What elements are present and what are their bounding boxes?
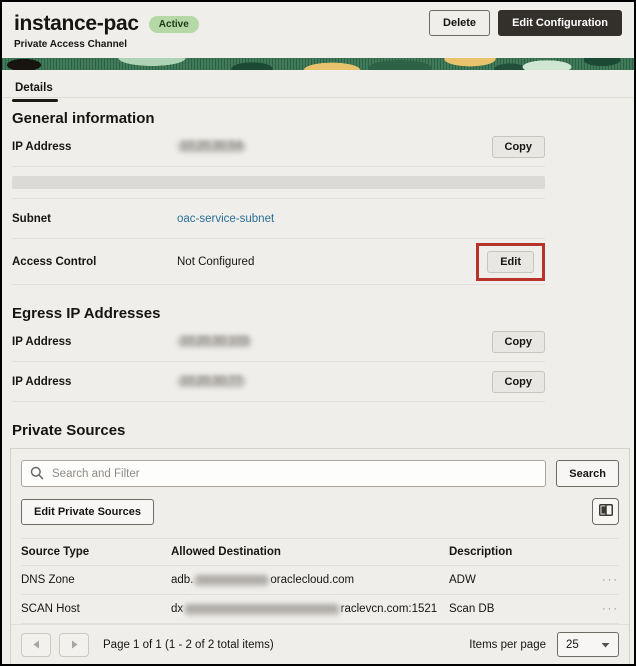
egress-ip-value-wrap: 10.20.30.103 bbox=[177, 335, 492, 348]
dest-prefix: adb. bbox=[171, 573, 194, 586]
cell-source-type: SCAN Host bbox=[21, 603, 80, 615]
annotation-highlight-box: Edit bbox=[476, 242, 545, 281]
items-per-page-label: Items per page bbox=[469, 638, 546, 651]
access-control-label: Access Control bbox=[12, 255, 97, 268]
search-input[interactable] bbox=[21, 460, 547, 487]
tab-details[interactable]: Details bbox=[12, 82, 58, 102]
dest-suffix: oraclecloud.com bbox=[270, 573, 355, 586]
egress-ip-value-wrap: 10.20.30.77 bbox=[177, 375, 492, 388]
general-information-heading: General information bbox=[12, 110, 155, 127]
egress-ip-value: 10.20.30.77 bbox=[177, 375, 246, 388]
egress-ip-value: 10.20.30.103 bbox=[177, 335, 253, 348]
cell-description: Scan DB bbox=[449, 603, 495, 615]
access-control-edit-button[interactable]: Edit bbox=[487, 250, 534, 273]
egress-rows: IP Address 10.20.30.103 Copy IP Address … bbox=[12, 322, 545, 402]
cell-actions: ··· bbox=[593, 603, 619, 615]
egress-ip-row: IP Address 10.20.30.77 Copy bbox=[12, 362, 545, 402]
egress-heading: Egress IP Addresses bbox=[12, 305, 161, 322]
subnet-link[interactable]: oac-service-subnet bbox=[177, 213, 274, 225]
items-per-page-group: Items per page 25 bbox=[469, 632, 619, 657]
private-sources-panel: Search Edit Private Sources Source Type … bbox=[10, 448, 630, 664]
dest-redacted: xxxxxxxxxxxx bbox=[193, 573, 271, 587]
dest-prefix: dx bbox=[171, 602, 184, 615]
subnet-label: Subnet bbox=[12, 212, 51, 225]
search-button[interactable]: Search bbox=[556, 460, 619, 487]
dest-redacted: xxxxxxxxxxxxxxxxxxxxxxxxxx bbox=[183, 602, 341, 616]
cell-source-type: DNS Zone bbox=[21, 574, 75, 586]
access-control-row: Access Control Not Configured Edit bbox=[12, 239, 545, 285]
access-control-value: Not Configured bbox=[177, 255, 255, 268]
subnet-row: Subnet oac-service-subnet bbox=[12, 199, 545, 239]
caret-down-icon bbox=[601, 639, 610, 651]
ip-address-label: IP Address bbox=[12, 140, 72, 153]
cell-actions: ··· bbox=[593, 574, 619, 586]
search-row: Search bbox=[21, 460, 619, 487]
pagination-status: Page 1 of 1 (1 - 2 of 2 total items) bbox=[103, 638, 274, 651]
status-badge: Active bbox=[148, 15, 199, 33]
copy-egress-ip-button[interactable]: Copy bbox=[491, 370, 545, 393]
general-information-rows: IP Address 10.20.30.54 Copy Subnet oac-s… bbox=[12, 127, 545, 285]
copy-ip-button[interactable]: Copy bbox=[491, 135, 545, 158]
private-sources-heading: Private Sources bbox=[12, 422, 126, 439]
items-per-page-select[interactable]: 25 bbox=[557, 632, 619, 657]
search-box bbox=[21, 460, 547, 487]
table-header-row: Source Type Allowed Destination Descript… bbox=[21, 538, 619, 566]
egress-ip-label: IP Address bbox=[12, 335, 72, 348]
row-actions-menu-button[interactable]: ··· bbox=[602, 603, 619, 615]
page-header: instance-pac Active Private Access Chann… bbox=[2, 2, 634, 58]
next-page-button[interactable] bbox=[59, 632, 89, 657]
decorative-banner bbox=[2, 58, 634, 70]
dest-suffix: raclevcn.com:1521 bbox=[340, 602, 438, 615]
column-header-source-type: Source Type bbox=[21, 546, 90, 558]
edit-configuration-button[interactable]: Edit Configuration bbox=[498, 10, 622, 36]
tab-active-indicator bbox=[12, 99, 58, 102]
cell-allowed-destination: dx xxxxxxxxxxxxxxxxxxxxxxxxxx raclevcn.com… bbox=[171, 602, 449, 616]
copy-egress-ip-button[interactable]: Copy bbox=[491, 330, 545, 353]
subnet-value-wrap: oac-service-subnet bbox=[177, 213, 545, 225]
column-header-allowed-destination: Allowed Destination bbox=[171, 546, 281, 558]
tab-details-label: Details bbox=[15, 82, 53, 94]
redacted-row bbox=[12, 167, 545, 199]
ip-address-row: IP Address 10.20.30.54 Copy bbox=[12, 127, 545, 167]
page-prev-icon bbox=[33, 637, 40, 652]
items-per-page-value: 25 bbox=[566, 638, 579, 651]
search-icon bbox=[30, 466, 44, 485]
header-actions: Delete Edit Configuration bbox=[429, 10, 622, 36]
cell-allowed-destination: adb. xxxxxxxxxxxx oraclecloud.com bbox=[171, 573, 449, 587]
table-row: DNS Zone adb. xxxxxxxxxxxx oraclecloud.com… bbox=[21, 566, 619, 595]
ip-address-value: 10.20.30.54 bbox=[177, 140, 246, 153]
page-subtitle: Private Access Channel bbox=[14, 39, 128, 50]
egress-ip-row: IP Address 10.20.30.103 Copy bbox=[12, 322, 545, 362]
private-sources-table: Source Type Allowed Destination Descript… bbox=[21, 538, 619, 624]
page-title: instance-pac bbox=[14, 12, 139, 35]
pagination-bar: Page 1 of 1 (1 - 2 of 2 total items) Ite… bbox=[11, 624, 629, 664]
column-header-description: Description bbox=[449, 546, 513, 558]
main-content: General information IP Address 10.20.30.… bbox=[2, 110, 634, 664]
row-actions-menu-button[interactable]: ··· bbox=[602, 574, 619, 586]
edit-private-sources-button[interactable]: Edit Private Sources bbox=[21, 498, 154, 525]
table-row: SCAN Host dx xxxxxxxxxxxxxxxxxxxxxxxxxx ra… bbox=[21, 595, 619, 624]
app-window: instance-pac Active Private Access Chann… bbox=[0, 0, 636, 666]
page-next-icon bbox=[71, 637, 78, 652]
delete-button[interactable]: Delete bbox=[429, 10, 491, 36]
egress-ip-label: IP Address bbox=[12, 375, 72, 388]
previous-page-button[interactable] bbox=[21, 632, 51, 657]
table-actions-row: Edit Private Sources bbox=[21, 498, 619, 525]
redacted-value-bar bbox=[12, 176, 545, 189]
tab-bar: Details bbox=[2, 70, 634, 102]
cell-description: ADW bbox=[449, 574, 476, 586]
columns-icon bbox=[598, 504, 613, 519]
manage-columns-button[interactable] bbox=[592, 498, 619, 525]
ip-address-value-wrap: 10.20.30.54 bbox=[177, 140, 492, 153]
